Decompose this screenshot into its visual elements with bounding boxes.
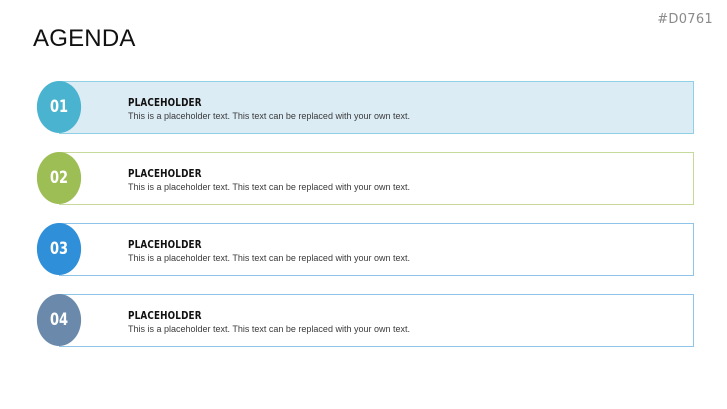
slide-id-label: #D0761 [657, 12, 713, 27]
agenda-number-badge: 03 [36, 223, 82, 275]
agenda-number-badge: 02 [36, 152, 82, 204]
agenda-number-badge: 04 [36, 294, 82, 346]
agenda-number-badge: 01 [36, 81, 82, 133]
agenda-item-box: PLACEHOLDER This is a placeholder text. … [59, 152, 694, 205]
agenda-item-heading: PLACEHOLDER [128, 309, 202, 322]
agenda-item-box: PLACEHOLDER This is a placeholder text. … [59, 294, 694, 347]
agenda-item-text: This is a placeholder text. This text ca… [128, 111, 410, 121]
agenda-item-text: This is a placeholder text. This text ca… [128, 253, 410, 263]
agenda-item-heading: PLACEHOLDER [128, 238, 202, 251]
agenda-item-text: This is a placeholder text. This text ca… [128, 324, 410, 334]
agenda-item-heading: PLACEHOLDER [128, 96, 202, 109]
agenda-item-03[interactable]: PLACEHOLDER This is a placeholder text. … [33, 223, 694, 276]
agenda-item-heading: PLACEHOLDER [128, 167, 202, 180]
agenda-list: PLACEHOLDER This is a placeholder text. … [33, 81, 694, 365]
agenda-item-04[interactable]: PLACEHOLDER This is a placeholder text. … [33, 294, 694, 347]
agenda-item-box: PLACEHOLDER This is a placeholder text. … [59, 81, 694, 134]
slide-title: AGENDA [33, 25, 136, 52]
agenda-item-01[interactable]: PLACEHOLDER This is a placeholder text. … [33, 81, 694, 134]
agenda-item-text: This is a placeholder text. This text ca… [128, 182, 410, 192]
agenda-item-box: PLACEHOLDER This is a placeholder text. … [59, 223, 694, 276]
agenda-item-02[interactable]: PLACEHOLDER This is a placeholder text. … [33, 152, 694, 205]
